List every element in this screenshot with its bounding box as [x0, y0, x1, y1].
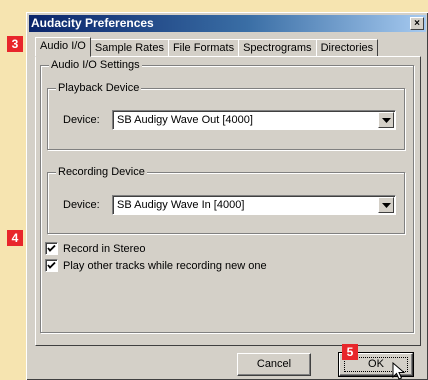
play-while-recording-option[interactable]: Play other tracks while recording new on… — [45, 259, 267, 272]
audio-io-settings-group: Audio I/O Settings Playback Device Devic… — [40, 58, 414, 333]
tab-directories[interactable]: Directories — [315, 39, 379, 57]
recording-device-title: Recording Device — [56, 165, 147, 179]
tab-file-formats[interactable]: File Formats — [167, 39, 240, 57]
tab-sample-rates[interactable]: Sample Rates — [89, 39, 169, 57]
recording-device-label: Device: — [63, 199, 100, 211]
chevron-down-icon — [382, 203, 391, 208]
record-in-stereo-checkbox[interactable] — [45, 242, 58, 255]
dialog-title: Audacity Preferences — [31, 16, 154, 30]
chevron-down-icon — [382, 118, 391, 123]
recording-device-value: SB Audigy Wave In [4000] — [117, 199, 245, 211]
play-while-recording-label: Play other tracks while recording new on… — [63, 259, 267, 272]
audio-io-settings-title: Audio I/O Settings — [49, 58, 142, 72]
playback-device-select[interactable]: SB Audigy Wave Out [4000] — [112, 110, 396, 130]
preferences-dialog: Audacity Preferences × Audio I/O Sample … — [26, 12, 428, 380]
playback-device-group: Playback Device Device: SB Audigy Wave O… — [47, 81, 405, 150]
recording-device-group: Recording Device Device: SB Audigy Wave … — [47, 165, 405, 234]
tab-strip: Audio I/O Sample Rates File Formats Spec… — [35, 37, 379, 57]
checkmark-icon — [47, 244, 56, 252]
playback-device-value: SB Audigy Wave Out [4000] — [117, 114, 253, 126]
mouse-pointer-icon — [392, 362, 406, 380]
tab-panel: Audio I/O Settings Playback Device Devic… — [35, 56, 421, 346]
playback-device-title: Playback Device — [56, 81, 142, 95]
record-in-stereo-option[interactable]: Record in Stereo — [45, 242, 146, 255]
title-bar[interactable]: Audacity Preferences × — [29, 15, 426, 32]
close-button[interactable]: × — [410, 17, 424, 30]
tabs-step-marker: 3 — [7, 36, 23, 52]
tab-audio-io[interactable]: Audio I/O — [35, 37, 91, 57]
playback-device-label: Device: — [63, 114, 100, 126]
record-in-stereo-label: Record in Stereo — [63, 242, 146, 255]
recording-device-select[interactable]: SB Audigy Wave In [4000] — [112, 195, 396, 215]
cancel-button[interactable]: Cancel — [237, 353, 311, 376]
checkmark-icon — [47, 261, 56, 269]
ok-step-marker: 5 — [342, 344, 358, 360]
recording-dropdown-button[interactable] — [378, 197, 394, 213]
playback-dropdown-button[interactable] — [378, 112, 394, 128]
play-while-recording-checkbox[interactable] — [45, 259, 58, 272]
options-step-marker: 4 — [7, 230, 23, 246]
tab-spectrograms[interactable]: Spectrograms — [238, 39, 317, 57]
close-icon: × — [414, 18, 420, 29]
